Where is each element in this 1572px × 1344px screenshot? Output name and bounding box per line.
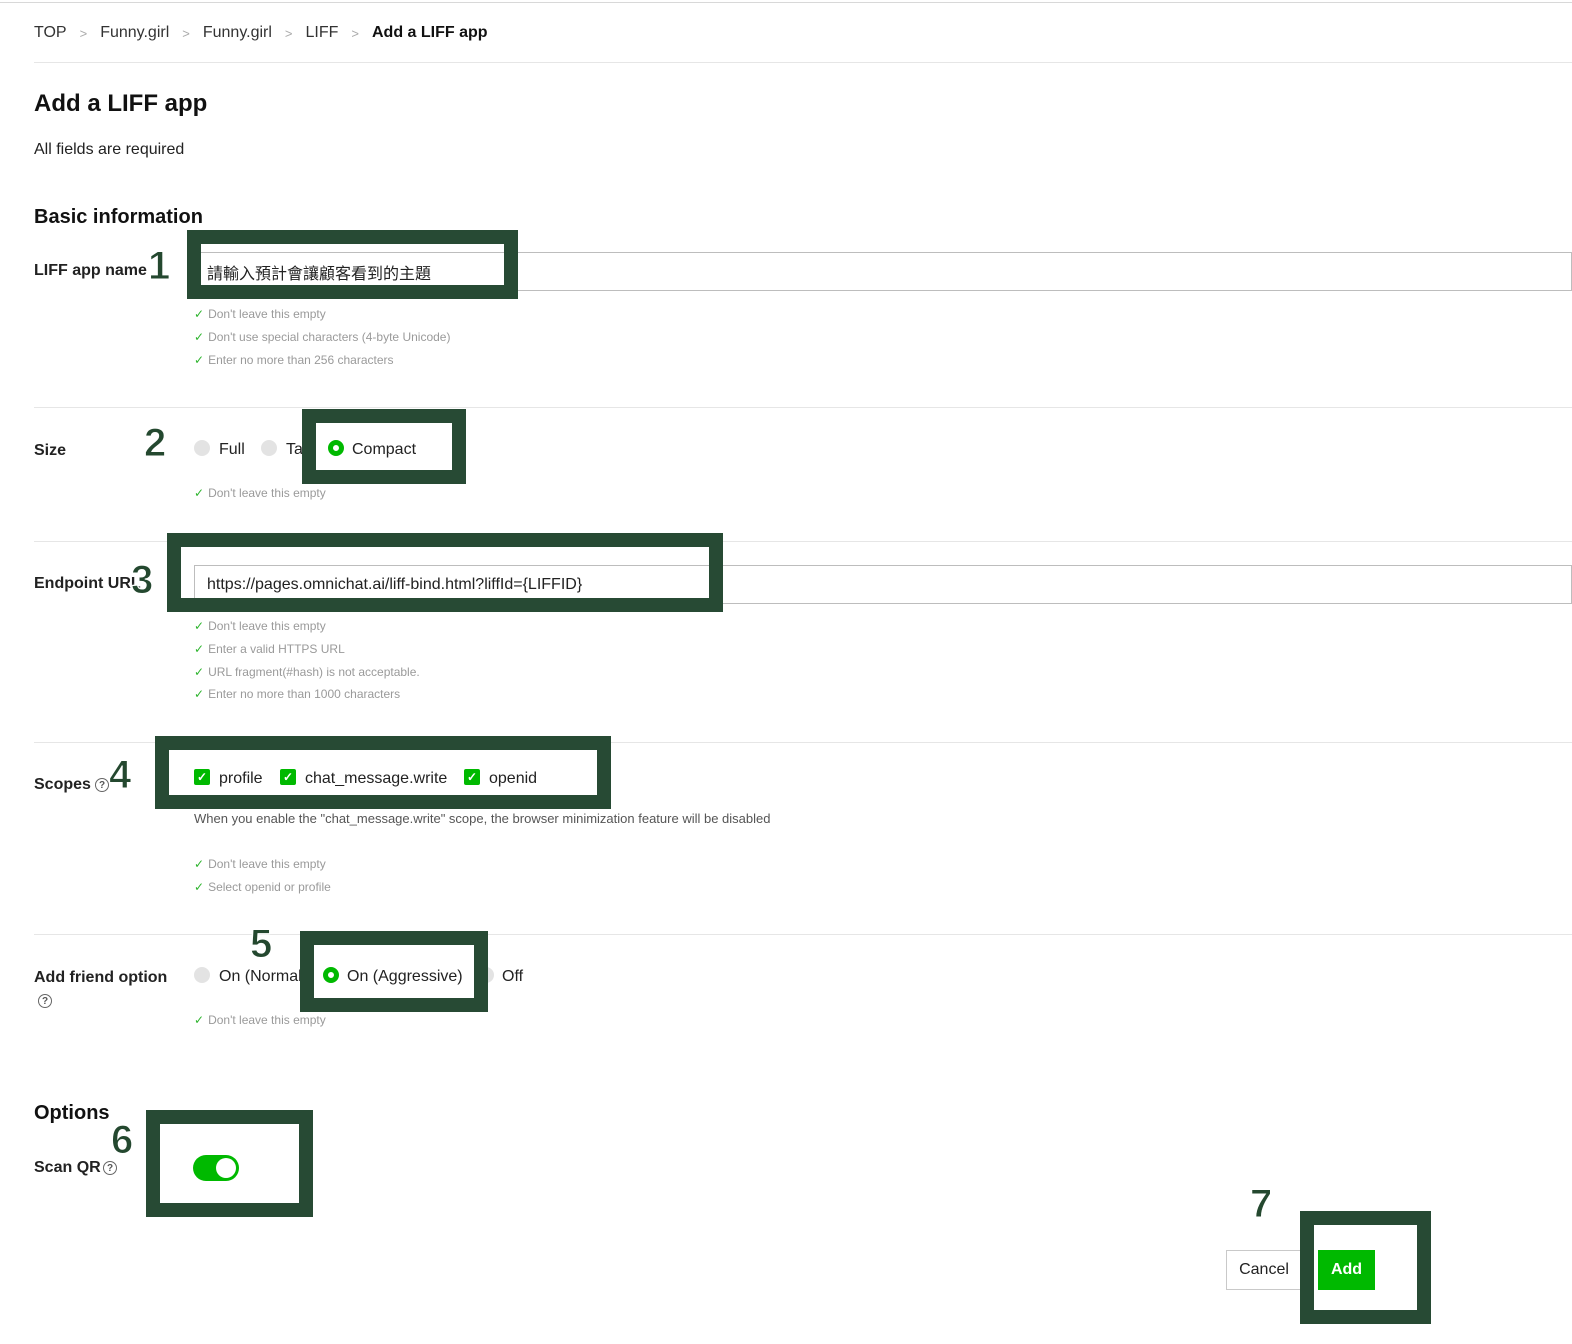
- breadcrumb-provider[interactable]: Funny.girl: [100, 24, 169, 42]
- top-divider: [0, 2, 1572, 3]
- divider: [34, 742, 1572, 743]
- scope-chat-message-write-checkbox[interactable]: ✓: [280, 769, 296, 785]
- friend-off-radio[interactable]: [478, 967, 494, 983]
- step-number: 6: [110, 1118, 134, 1162]
- validation-hint: ✓ Don't leave this empty: [194, 619, 326, 633]
- page-title: Add a LIFF app: [34, 90, 208, 117]
- divider: [34, 62, 1572, 63]
- size-full-label[interactable]: Full: [219, 441, 245, 459]
- scope-openid-checkbox[interactable]: ✓: [464, 769, 480, 785]
- friend-normal-radio[interactable]: [194, 967, 210, 983]
- validation-hint: ✓ Don't leave this empty: [194, 857, 326, 871]
- checkmark-icon: ✓: [194, 307, 205, 321]
- checkmark-icon: ✓: [194, 1013, 205, 1027]
- checkmark-icon: ✓: [194, 687, 205, 701]
- divider: [34, 541, 1572, 542]
- app-name-hints: ✓ Don't leave this empty ✓ Don't use speci…: [194, 305, 450, 369]
- scopes-label: Scopes: [34, 776, 91, 793]
- endpoint-label: Endpoint URL: [34, 575, 141, 592]
- chevron-right-icon: >: [79, 25, 88, 41]
- size-label: Size: [34, 442, 67, 459]
- checkmark-icon: ✓: [194, 880, 205, 894]
- help-icon[interactable]: ?: [103, 1161, 117, 1175]
- step-number: 2: [143, 421, 167, 465]
- chevron-right-icon: >: [351, 25, 359, 41]
- checkmark-icon: ✓: [194, 857, 205, 871]
- step-number: 1: [147, 244, 171, 288]
- validation-hint: ✓ Select openid or profile: [194, 880, 331, 894]
- checkmark-icon: ✓: [194, 665, 205, 679]
- endpoint-url-input[interactable]: https://pages.omnichat.ai/liff-bind.html…: [194, 565, 1572, 604]
- required-note: All fields are required: [34, 141, 185, 158]
- checkmark-icon: ✓: [194, 619, 205, 633]
- scope-profile-checkbox[interactable]: ✓: [194, 769, 210, 785]
- size-compact-radio[interactable]: [328, 440, 344, 456]
- scan-qr-toggle[interactable]: [193, 1155, 239, 1181]
- chevron-right-icon: >: [182, 25, 190, 41]
- breadcrumb-liff[interactable]: LIFF: [306, 24, 339, 42]
- step-number: 3: [130, 558, 154, 602]
- breadcrumb: TOP > Funny.girl > Funny.girl > LIFF > A…: [34, 22, 488, 44]
- options-heading: Options: [34, 1102, 110, 1124]
- scopes-hints: ✓ Don't leave this empty ✓ Select openid o…: [194, 855, 331, 896]
- validation-hint: ✓ Enter no more than 256 characters: [194, 353, 394, 367]
- scope-profile-label[interactable]: profile: [219, 770, 263, 788]
- cancel-button[interactable]: Cancel: [1226, 1250, 1302, 1290]
- size-tall-label[interactable]: Ta: [286, 441, 303, 459]
- toggle-knob: [216, 1158, 236, 1178]
- scopes-note: When you enable the "chat_message.write"…: [194, 811, 771, 826]
- scope-openid-label[interactable]: openid: [489, 770, 537, 788]
- validation-hint: ✓ Enter a valid HTTPS URL: [194, 642, 345, 656]
- validation-hint: ✓ URL fragment(#hash) is not acceptable.: [194, 665, 420, 679]
- friend-normal-label[interactable]: On (Normal: [219, 968, 302, 986]
- friend-off-label[interactable]: Off: [502, 968, 523, 986]
- friend-aggressive-radio[interactable]: [323, 967, 339, 983]
- add-friend-hints: ✓ Don't leave this empty: [194, 1011, 326, 1029]
- validation-hint: ✓ Enter no more than 1000 characters: [194, 687, 401, 701]
- add-friend-label: Add friend option: [34, 969, 168, 986]
- help-icon[interactable]: ?: [95, 778, 109, 792]
- checkmark-icon: ✓: [194, 642, 205, 656]
- size-compact-label[interactable]: Compact: [352, 441, 416, 459]
- size-full-radio[interactable]: [194, 440, 210, 456]
- breadcrumb-top[interactable]: TOP: [34, 24, 67, 42]
- scan-qr-label: Scan QR: [34, 1159, 101, 1176]
- step-number: 7: [1249, 1182, 1273, 1226]
- endpoint-hints: ✓ Don't leave this empty ✓ Enter a valid H…: [194, 617, 420, 703]
- validation-hint: ✓ Don't leave this empty: [194, 307, 326, 321]
- breadcrumb-channel[interactable]: Funny.girl: [203, 24, 272, 42]
- app-name-label: LIFF app name: [34, 262, 147, 279]
- app-name-input[interactable]: 請輸入預計會讓顧客看到的主題: [194, 252, 1572, 291]
- basic-info-heading: Basic information: [34, 206, 203, 228]
- size-tall-radio[interactable]: [261, 440, 277, 456]
- help-icon[interactable]: ?: [38, 994, 52, 1008]
- step-number: 5: [249, 922, 273, 966]
- validation-hint: ✓ Don't use special characters (4-byte Un…: [194, 330, 451, 344]
- divider: [34, 407, 1572, 408]
- checkmark-icon: ✓: [194, 330, 205, 344]
- step-number: 4: [108, 753, 132, 797]
- scope-chat-message-write-label[interactable]: chat_message.write: [305, 770, 447, 788]
- validation-hint: ✓ Don't leave this empty: [194, 1013, 326, 1027]
- add-button[interactable]: Add: [1318, 1250, 1375, 1290]
- validation-hint: ✓ Don't leave this empty: [194, 486, 326, 500]
- size-hints: ✓ Don't leave this empty: [194, 484, 326, 502]
- chevron-right-icon: >: [284, 25, 293, 41]
- checkmark-icon: ✓: [194, 353, 205, 367]
- breadcrumb-current: Add a LIFF app: [372, 24, 488, 41]
- friend-aggressive-label[interactable]: On (Aggressive): [347, 968, 463, 986]
- checkmark-icon: ✓: [194, 486, 205, 500]
